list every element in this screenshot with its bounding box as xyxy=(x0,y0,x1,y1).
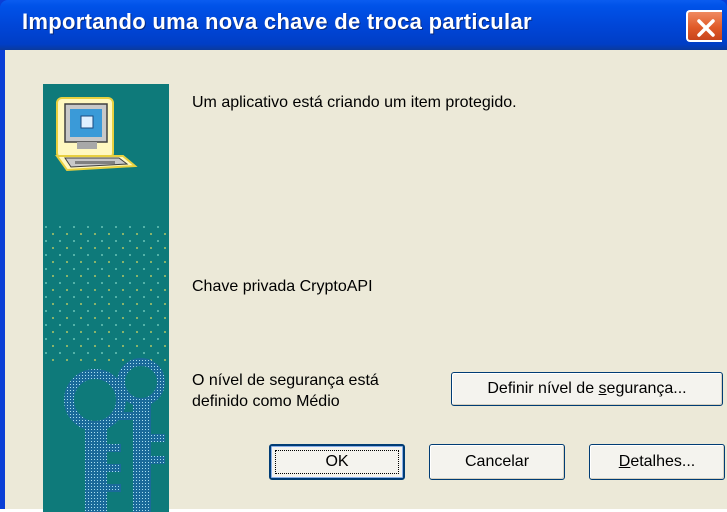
title-bar[interactable]: Importando uma nova chave de troca parti… xyxy=(0,0,727,50)
ok-button[interactable]: OK xyxy=(269,444,405,480)
side-graphic xyxy=(43,84,169,512)
dialog-body: Um aplicativo está criando um item prote… xyxy=(5,50,727,512)
computer-icon xyxy=(55,97,138,172)
key-name-text: Chave privada CryptoAPI xyxy=(192,278,373,295)
side-illustration xyxy=(43,97,169,512)
window-title: Importando uma nova chave de troca parti… xyxy=(22,9,532,34)
security-level-line2: definido como Médio xyxy=(192,393,340,410)
cancel-label: Cancelar xyxy=(464,453,530,470)
security-level-line1: O nível de segurança está xyxy=(192,372,379,389)
set-security-level-label: Definir nível de segurança... xyxy=(487,380,687,397)
dialog-window: Importando uma nova chave de troca parti… xyxy=(0,0,727,512)
details-label: Detalhes... xyxy=(618,453,696,470)
set-security-level-button[interactable]: Definir nível de segurança... xyxy=(451,372,723,406)
keys-icon xyxy=(64,358,165,512)
details-button[interactable]: Detalhes... xyxy=(589,444,725,480)
close-icon xyxy=(697,19,715,37)
message-text: Um aplicativo está criando um item prote… xyxy=(192,94,517,111)
cancel-button[interactable]: Cancelar xyxy=(429,444,565,480)
close-button[interactable] xyxy=(686,10,722,42)
ok-label: OK xyxy=(325,453,349,470)
